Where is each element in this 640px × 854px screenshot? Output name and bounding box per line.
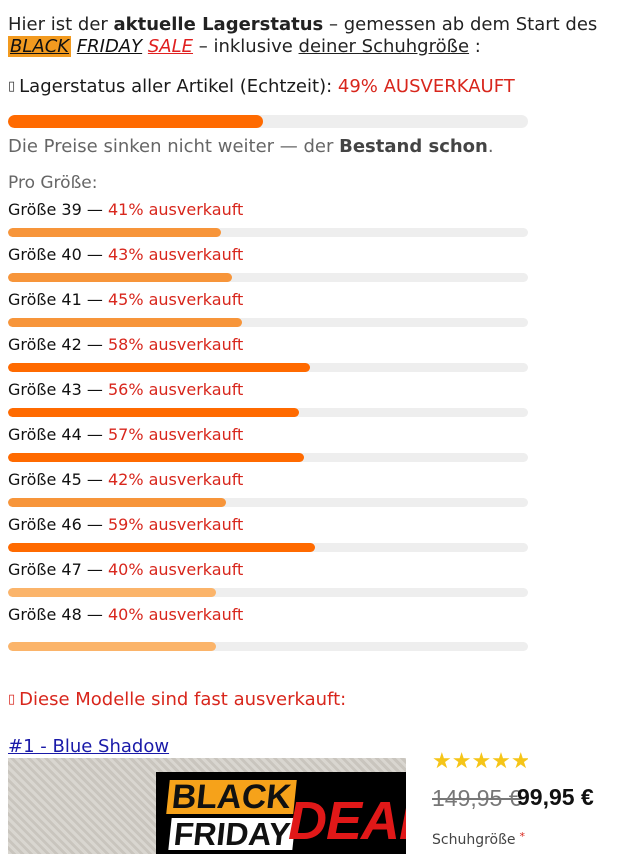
stock-status-value: 49% AUSVERKAUFT xyxy=(337,76,515,97)
size-stock-label: Größe 39 — 41% ausverkauft xyxy=(8,200,243,220)
overall-stock-fill xyxy=(8,115,263,128)
size-stock-label: Größe 40 — 43% ausverkauft xyxy=(8,245,243,265)
intro-highlight: aktuelle Lagerstatus xyxy=(113,14,324,35)
size-name: Größe 47 xyxy=(8,560,82,579)
size-sold-out-percent: 41% ausverkauft xyxy=(107,200,244,219)
size-separator: — xyxy=(81,290,108,309)
size-stock-label: Größe 48 — 40% ausverkauft xyxy=(8,605,243,625)
size-name: Größe 43 xyxy=(8,380,82,399)
size-name: Größe 39 xyxy=(8,200,82,219)
size-stock-bar xyxy=(8,588,528,597)
old-price: 149,95 € xyxy=(432,785,522,811)
size-sold-out-percent: 58% ausverkauft xyxy=(107,335,244,354)
size-stock-bar xyxy=(8,498,528,507)
size-sold-out-percent: 57% ausverkauft xyxy=(107,425,244,444)
intro-text-part: – gemessen ab dem Start des xyxy=(323,14,598,35)
size-stock-fill xyxy=(8,642,216,651)
size-name: Größe 40 xyxy=(8,245,82,264)
size-separator: — xyxy=(81,560,108,579)
new-price: 99,95 € xyxy=(517,784,594,810)
per-size-heading: Pro Größe: xyxy=(8,173,98,193)
price-info-highlight: Bestand schon xyxy=(339,136,488,157)
size-separator: — xyxy=(81,245,108,264)
size-sold-out-percent: 45% ausverkauft xyxy=(107,290,244,309)
size-stock-label: Größe 41 — 45% ausverkauft xyxy=(8,290,243,310)
banner-black-text: BLACK xyxy=(166,778,297,816)
intro-text-part: : xyxy=(469,36,481,57)
product-image[interactable]: BLACK FRIDAY DEAL xyxy=(8,758,406,854)
size-stock-bar xyxy=(8,318,528,327)
size-stock-label: Größe 44 — 57% ausverkauft xyxy=(8,425,243,445)
model-link[interactable]: #1 - Blue Shadow xyxy=(8,736,169,758)
size-sold-out-percent: 42% ausverkauft xyxy=(107,470,244,489)
shoe-size-field-label: Schuhgröße * xyxy=(432,828,525,849)
size-stock-bar xyxy=(8,453,528,462)
size-stock-bar xyxy=(8,642,528,651)
size-name: Größe 44 xyxy=(8,425,82,444)
black-friday-deal-banner: BLACK FRIDAY DEAL xyxy=(156,772,406,854)
size-separator: — xyxy=(81,605,108,624)
almost-sold-out-text: Diese Modelle sind fast ausverkauft: xyxy=(19,689,347,710)
size-name: Größe 42 xyxy=(8,335,82,354)
sale-label: SALE xyxy=(147,36,194,57)
size-stock-fill xyxy=(8,543,315,552)
intro-text-part: Hier ist der xyxy=(8,14,114,35)
required-marker: * xyxy=(519,830,526,843)
banner-friday-text: FRIDAY xyxy=(168,816,296,852)
size-name: Größe 41 xyxy=(8,290,82,309)
size-stock-bar xyxy=(8,543,528,552)
size-name: Größe 46 xyxy=(8,515,82,534)
size-stock-bar xyxy=(8,363,528,372)
price-info-part: Die Preise sinken nicht weiter — der xyxy=(8,136,340,157)
size-sold-out-percent: 40% ausverkauft xyxy=(107,605,244,624)
size-stock-bar xyxy=(8,408,528,417)
size-sold-out-percent: 56% ausverkauft xyxy=(107,380,244,399)
intro-text: Hier ist der aktuelle Lagerstatus – geme… xyxy=(8,14,628,58)
size-separator: — xyxy=(81,380,108,399)
almost-sold-out-heading: ▯ Diese Modelle sind fast ausverkauft: xyxy=(8,689,346,711)
size-name: Größe 45 xyxy=(8,470,82,489)
size-stock-fill xyxy=(8,408,300,417)
size-stock-label: Größe 42 — 58% ausverkauft xyxy=(8,335,243,355)
size-sold-out-percent: 43% ausverkauft xyxy=(107,245,244,264)
size-stock-fill xyxy=(8,453,305,462)
size-sold-out-percent: 40% ausverkauft xyxy=(107,560,244,579)
size-separator: — xyxy=(81,425,108,444)
intro-text-part: – inklusive xyxy=(193,36,299,57)
size-stock-bar xyxy=(8,228,528,237)
size-stock-label: Größe 46 — 59% ausverkauft xyxy=(8,515,243,535)
size-sold-out-percent: 59% ausverkauft xyxy=(107,515,244,534)
stock-status-heading: ▯ Lagerstatus aller Artikel (Echtzeit): 4… xyxy=(8,76,515,98)
size-separator: — xyxy=(81,335,108,354)
banner-deal-text: DEAL xyxy=(288,791,406,851)
alert-icon: ▯ xyxy=(8,692,16,707)
size-separator: — xyxy=(81,470,108,489)
size-name: Größe 48 xyxy=(8,605,82,624)
size-stock-label: Größe 43 — 56% ausverkauft xyxy=(8,380,243,400)
size-stock-fill xyxy=(8,588,216,597)
status-icon: ▯ xyxy=(8,79,16,94)
rating-stars-icon: ★★★★★ xyxy=(432,752,528,772)
price-info-part: . xyxy=(487,136,494,157)
price-info-text: Die Preise sinken nicht weiter — der Bes… xyxy=(8,136,494,158)
size-stock-fill xyxy=(8,273,232,282)
shoe-size-link-text: deiner Schuhgröße xyxy=(298,36,470,57)
shoe-size-label-text: Schuhgröße xyxy=(432,832,516,848)
size-stock-fill xyxy=(8,228,222,237)
size-stock-bar xyxy=(8,273,528,282)
size-stock-fill xyxy=(8,318,242,327)
size-separator: — xyxy=(81,515,108,534)
overall-stock-bar xyxy=(8,115,528,128)
black-label: BLACK xyxy=(8,36,72,57)
size-stock-fill xyxy=(8,498,227,507)
stock-status-label: Lagerstatus aller Artikel (Echtzeit): xyxy=(19,76,338,97)
size-separator: — xyxy=(81,200,108,219)
size-stock-fill xyxy=(8,363,310,372)
size-stock-label: Größe 45 — 42% ausverkauft xyxy=(8,470,243,490)
friday-label: FRIDAY xyxy=(76,36,143,57)
size-stock-label: Größe 47 — 40% ausverkauft xyxy=(8,560,243,580)
